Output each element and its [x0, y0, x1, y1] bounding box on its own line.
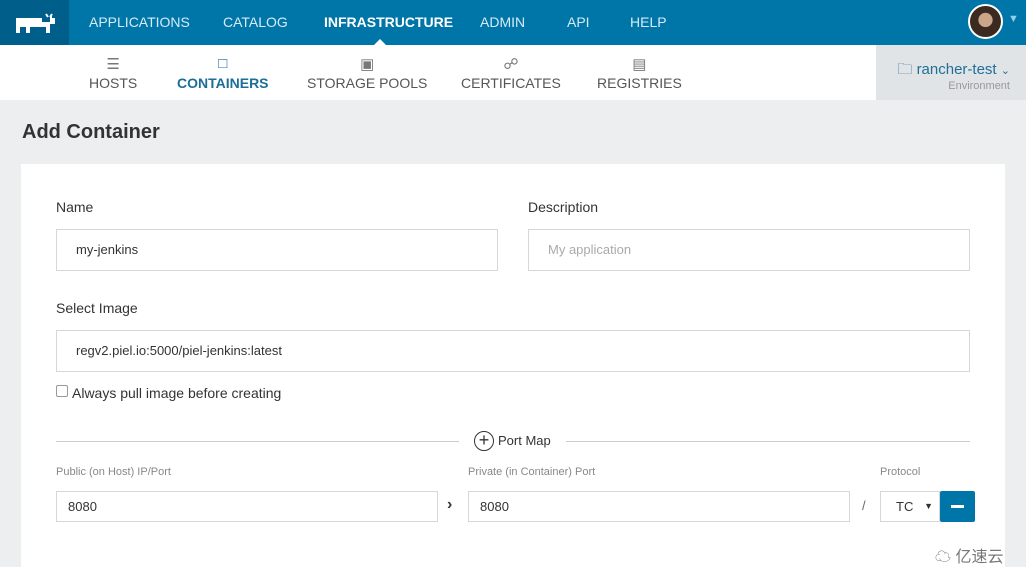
add-port-map-icon[interactable]: +	[474, 431, 494, 451]
folder-icon: 🗀	[897, 61, 913, 78]
server-icon: ☰	[106, 56, 120, 73]
nav-applications[interactable]: APPLICATIONS	[89, 0, 190, 45]
environment-name: rancher-test	[916, 61, 997, 78]
hard-drive-icon: ▣	[360, 56, 375, 73]
protocol-value: TC	[896, 499, 914, 514]
subnav-certificates[interactable]: ☍ CERTIFICATES	[461, 45, 561, 100]
nav-infrastructure[interactable]: INFRASTRUCTURE	[324, 0, 453, 45]
cube-icon: □	[218, 55, 228, 72]
select-image-label: Select Image	[56, 300, 138, 316]
chevron-down-icon: ⌄	[1000, 65, 1010, 77]
page-title: Add Container	[22, 121, 160, 143]
public-port-label: Public (on Host) IP/Port	[56, 466, 171, 478]
private-port-input[interactable]: 8080	[468, 491, 850, 522]
nav-help[interactable]: HELP	[630, 0, 667, 45]
name-label: Name	[56, 199, 94, 215]
divider	[566, 441, 970, 442]
nav-admin[interactable]: ADMIN	[480, 0, 525, 45]
always-pull-label[interactable]: Always pull image before creating	[72, 385, 281, 401]
divider	[56, 441, 459, 442]
subnav-storage-pools[interactable]: ▣ STORAGE POOLS	[307, 45, 427, 100]
public-port-input[interactable]: 8080	[56, 491, 438, 522]
name-input[interactable]: my-jenkins	[56, 229, 498, 271]
environment-switcher[interactable]: 🗀 rancher-test ⌄ Environment	[876, 45, 1026, 100]
certificate-icon: ☍	[503, 56, 519, 73]
always-pull-checkbox[interactable]	[56, 385, 68, 397]
dropdown-arrow-icon: ▼	[924, 501, 933, 511]
description-label: Description	[528, 199, 599, 215]
watermark-logo: ☁ 亿速云	[935, 549, 1004, 566]
subnav-hosts[interactable]: ☰ HOSTS	[89, 45, 137, 100]
user-avatar[interactable]	[968, 4, 1003, 39]
environment-label: Environment	[948, 80, 1010, 92]
subnav-containers[interactable]: □ CONTAINERS	[177, 45, 269, 100]
remove-port-button[interactable]	[940, 491, 975, 522]
private-port-label: Private (in Container) Port	[468, 466, 596, 478]
nav-api[interactable]: API	[567, 0, 590, 45]
subnav-label: STORAGE POOLS	[307, 75, 428, 91]
port-separator: /	[862, 498, 866, 513]
protocol-select[interactable]: TC ▼	[880, 491, 940, 522]
subnav-registries[interactable]: ▤ REGISTRIES	[597, 45, 682, 100]
image-input[interactable]: regv2.piel.io:5000/piel-jenkins:latest	[56, 330, 970, 372]
description-input[interactable]: My application	[528, 229, 970, 271]
rancher-logo[interactable]	[0, 0, 69, 45]
database-icon: ▤	[632, 56, 647, 73]
nav-catalog[interactable]: CATALOG	[223, 0, 288, 45]
chevron-down-icon[interactable]: ▼	[1008, 13, 1019, 25]
subnav-label: REGISTRIES	[597, 75, 682, 91]
port-map-button[interactable]: Port Map	[498, 433, 551, 448]
protocol-label: Protocol	[880, 466, 921, 478]
subnav-label: HOSTS	[89, 75, 138, 91]
chevron-right-icon: ›	[447, 496, 453, 513]
subnav-label: CERTIFICATES	[461, 75, 561, 91]
subnav-label: CONTAINERS	[177, 75, 269, 91]
